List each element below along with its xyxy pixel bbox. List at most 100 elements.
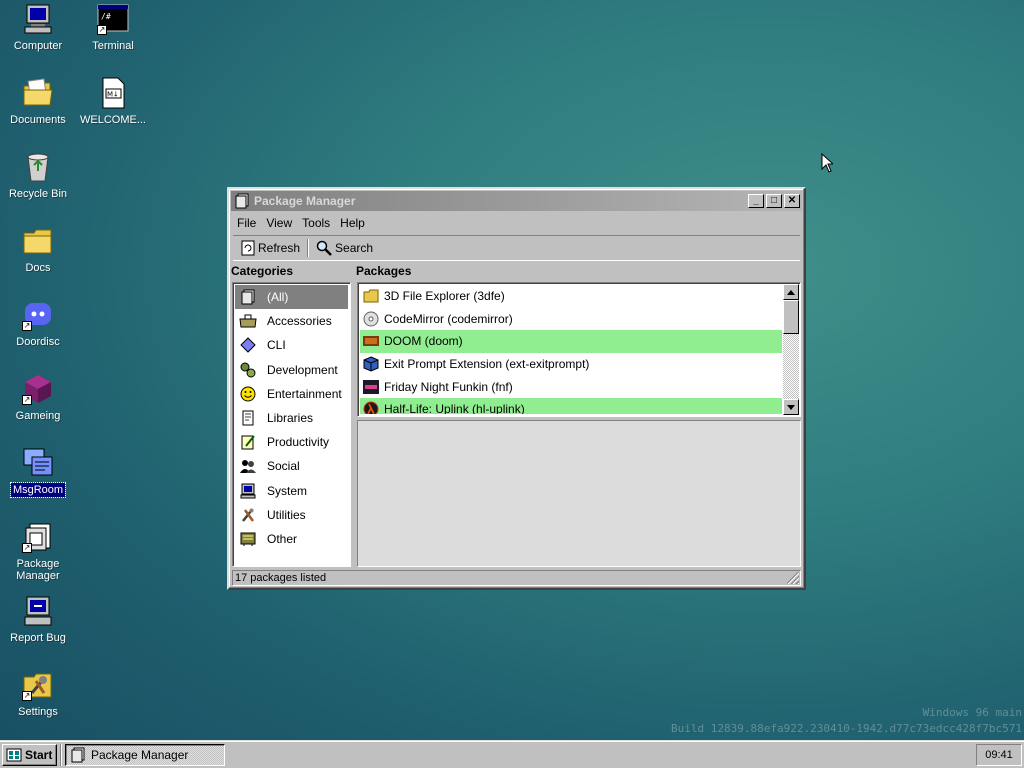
desktop-icon-label: Computer — [13, 40, 63, 52]
window-title: Package Manager — [254, 194, 356, 208]
category-label: Entertainment — [267, 386, 342, 401]
scroll-thumb[interactable] — [783, 300, 799, 334]
close-button[interactable]: ✕ — [784, 194, 800, 208]
desktop-icon-gameing[interactable]: ↗ Gameing — [0, 373, 76, 423]
categories-list[interactable]: (All) Accessories CLI Development Entert… — [232, 282, 351, 567]
desktop-icon-terminal[interactable]: /# ↗ Terminal — [75, 3, 151, 53]
package-label: Exit Prompt Extension (ext-exitprompt) — [384, 357, 590, 372]
desktop-icon-documents[interactable]: Documents — [0, 77, 76, 127]
package-label: 3D File Explorer (3dfe) — [384, 289, 505, 304]
category-item-utilities[interactable]: Utilities — [235, 503, 348, 527]
menu-help[interactable]: Help — [336, 216, 371, 230]
desktop-icon-welcome[interactable]: M↓ WELCOME... — [75, 77, 151, 127]
start-label: Start — [25, 747, 53, 762]
category-item-libraries[interactable]: Libraries — [235, 406, 348, 430]
desktop-icon-docs[interactable]: Docs — [0, 225, 76, 275]
search-label: Search — [335, 241, 374, 255]
package-label: DOOM (doom) — [384, 334, 463, 349]
window-titlebar[interactable]: Package Manager _ □ ✕ — [231, 191, 802, 211]
category-label: Utilities — [267, 507, 306, 522]
toolbox-icon — [239, 312, 257, 330]
menu-tools[interactable]: Tools — [298, 216, 336, 230]
category-label: (All) — [267, 290, 289, 305]
computer-icon — [22, 3, 54, 35]
watermark-line-2: Build 12839.88efa922.230410-1942.d77c73e… — [671, 722, 1022, 735]
package-label: Friday Night Funkin (fnf) — [384, 379, 513, 394]
category-item-social[interactable]: Social — [235, 454, 348, 478]
folder-icon — [22, 225, 54, 257]
tools-icon — [239, 506, 257, 524]
desktop-icon-report-bug[interactable]: Report Bug — [0, 595, 76, 645]
category-item-development[interactable]: Development — [235, 358, 348, 382]
desktop-icon-label: Report Bug — [10, 632, 66, 644]
taskbar-item-label: Package Manager — [91, 747, 189, 762]
category-label: Accessories — [267, 314, 332, 329]
refresh-icon — [241, 240, 255, 256]
package-label: Half-Life: Uplink (hl-uplink) — [384, 402, 525, 414]
category-item-cli[interactable]: CLI — [235, 333, 348, 357]
packages-scrollbar[interactable] — [783, 284, 799, 415]
desktop-icon-label: MsgRoom — [9, 482, 67, 498]
desktop-icon-label: Gameing — [15, 410, 61, 422]
start-button[interactable]: Start — [2, 743, 57, 766]
maximize-button[interactable]: □ — [766, 194, 782, 208]
category-item-productivity[interactable]: Productivity — [235, 430, 348, 454]
scroll-down-button[interactable] — [783, 399, 799, 415]
shortcut-arrow-icon: ↗ — [22, 321, 32, 331]
package-label: CodeMirror (codemirror) — [384, 311, 513, 326]
package-item-hl-uplink[interactable]: Half-Life: Uplink (hl-uplink) — [360, 397, 782, 414]
category-label: Libraries — [267, 411, 314, 426]
category-item-entertainment[interactable]: Entertainment — [235, 382, 348, 406]
category-label: Development — [267, 362, 338, 377]
menu-file[interactable]: File — [233, 216, 262, 230]
desktop-icon-package-manager[interactable]: ↗ Package Manager — [0, 521, 76, 583]
menu-bar: File View Tools Help — [233, 213, 800, 233]
status-bar: 17 packages listed — [232, 570, 801, 586]
category-item-other[interactable]: Other — [235, 527, 348, 551]
minimize-button[interactable]: _ — [748, 194, 764, 208]
package-item-fnf[interactable]: Friday Night Funkin (fnf) — [360, 375, 782, 398]
desktop-icon-recycle-bin[interactable]: Recycle Bin — [0, 151, 76, 201]
desktop-icon-settings[interactable]: ↗ Settings — [0, 669, 76, 719]
smiley-icon — [239, 385, 257, 403]
diamond-icon — [239, 336, 257, 354]
package-item-codemirror[interactable]: CodeMirror (codemirror) — [360, 308, 782, 331]
package-manager-window[interactable]: Package Manager _ □ ✕ File View Tools He… — [227, 187, 806, 590]
category-item-all[interactable]: (All) — [235, 285, 348, 310]
category-item-accessories[interactable]: Accessories — [235, 309, 348, 333]
menu-view[interactable]: View — [262, 216, 298, 230]
desktop-icon-computer[interactable]: Computer — [0, 3, 76, 53]
settings-tools-icon: ↗ — [22, 669, 54, 701]
toolbar: Refresh Search — [233, 235, 800, 261]
resize-grip-icon[interactable] — [787, 572, 799, 584]
start-logo-icon — [6, 748, 22, 761]
search-button[interactable]: Search — [312, 238, 377, 258]
package-manager-icon: ↗ — [22, 521, 54, 553]
scroll-up-button[interactable] — [783, 284, 799, 300]
build-watermark: Windows 96 main Build 12839.88efa922.230… — [671, 705, 1022, 737]
packages-list[interactable]: 3D File Explorer (3dfe) CodeMirror (code… — [357, 282, 801, 417]
desktop-icon-msgroom[interactable]: MsgRoom — [0, 447, 76, 498]
discord-icon: ↗ — [22, 299, 54, 331]
terminal-icon: /# ↗ — [97, 3, 129, 35]
package-item-3dfe[interactable]: 3D File Explorer (3dfe) — [360, 285, 782, 308]
category-label: Social — [267, 459, 300, 474]
package-manager-small-icon — [71, 747, 85, 762]
taskbar-clock[interactable]: 09:41 — [976, 743, 1022, 766]
desktop-icon-doordisc[interactable]: ↗ Doordisc — [0, 299, 76, 349]
desktop-icon-label: Package Manager — [16, 558, 60, 582]
desktop-icon-label: Terminal — [92, 40, 134, 52]
package-item-ext-exitprompt[interactable]: Exit Prompt Extension (ext-exitprompt) — [360, 353, 782, 376]
taskbar: Start Package Manager 09:41 — [0, 740, 1024, 768]
arrow-up-icon — [787, 289, 795, 295]
board-icon — [239, 530, 257, 548]
category-item-system[interactable]: System — [235, 479, 348, 503]
refresh-button[interactable]: Refresh — [237, 238, 304, 258]
package-item-doom[interactable]: DOOM (doom) — [360, 330, 782, 353]
cube-icon — [363, 356, 379, 372]
taskbar-item-package-manager[interactable]: Package Manager — [65, 743, 225, 766]
taskbar-separator — [60, 743, 62, 766]
status-text: 17 packages listed — [235, 572, 327, 584]
disc-icon — [363, 311, 379, 327]
search-icon — [316, 240, 332, 256]
